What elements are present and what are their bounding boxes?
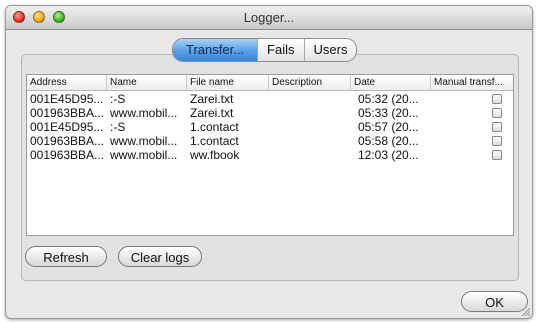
table-header: Address Name File name Description Date … bbox=[27, 75, 513, 91]
manual-transfer-checkbox[interactable] bbox=[492, 108, 502, 118]
cell-description bbox=[269, 135, 351, 148]
column-header-description[interactable]: Description bbox=[269, 75, 351, 90]
cell-name: www.mobil... bbox=[110, 135, 178, 148]
column-header-date[interactable]: Date bbox=[351, 75, 431, 90]
refresh-button[interactable]: Refresh bbox=[25, 246, 107, 267]
manual-transfer-checkbox[interactable] bbox=[492, 136, 502, 146]
column-header-manual-transfer[interactable]: Manual transf... bbox=[431, 75, 513, 90]
cell-name: www.mobil... bbox=[110, 149, 178, 162]
cell-address: 001963BBA... bbox=[30, 107, 105, 120]
cell-name: :-S bbox=[110, 121, 126, 134]
cell-file-name: ww.fbook bbox=[190, 149, 240, 162]
table-row[interactable]: 001E45D95... :-S 1.contact 05:57 (20... bbox=[27, 121, 513, 134]
resize-grip-icon[interactable] bbox=[520, 306, 530, 316]
cell-name: :-S bbox=[110, 93, 126, 106]
cell-name: www.mobil... bbox=[110, 107, 178, 120]
cell-date: 05:32 (20... bbox=[358, 93, 419, 106]
table-row[interactable]: 001963BBA... www.mobil... Zarei.txt 05:3… bbox=[27, 107, 513, 120]
tab-bar: Transfer... Fails Users bbox=[172, 38, 358, 62]
cell-file-name: 1.contact bbox=[190, 135, 239, 148]
column-header-name[interactable]: Name bbox=[107, 75, 187, 90]
cell-file-name: 1.contact bbox=[190, 121, 239, 134]
cell-file-name: Zarei.txt bbox=[190, 107, 234, 120]
cell-file-name: Zarei.txt bbox=[190, 93, 234, 106]
ok-button[interactable]: OK bbox=[461, 291, 528, 312]
transfer-log-table: Address Name File name Description Date … bbox=[26, 74, 514, 236]
cell-date: 05:57 (20... bbox=[358, 121, 419, 134]
column-header-address[interactable]: Address bbox=[27, 75, 107, 90]
logger-window: Logger... Transfer... Fails Users Addres… bbox=[5, 5, 533, 319]
table-row[interactable]: 001963BBA... www.mobil... 1.contact 05:5… bbox=[27, 135, 513, 148]
cell-description bbox=[269, 107, 351, 120]
cell-address: 001E45D95... bbox=[30, 121, 104, 134]
cell-description bbox=[269, 121, 351, 134]
cell-date: 05:33 (20... bbox=[358, 107, 419, 120]
cell-date: 05:58 (20... bbox=[358, 135, 419, 148]
cell-address: 001E45D95... bbox=[30, 93, 104, 106]
manual-transfer-checkbox[interactable] bbox=[492, 150, 502, 160]
tab-users[interactable]: Users bbox=[303, 39, 357, 61]
cell-description bbox=[269, 93, 351, 106]
table-row[interactable]: 001963BBA... www.mobil... ww.fbook 12:03… bbox=[27, 149, 513, 162]
clear-logs-button[interactable]: Clear logs bbox=[118, 246, 202, 267]
cell-date: 12:03 (20... bbox=[358, 149, 419, 162]
window-title: Logger... bbox=[243, 10, 295, 25]
tab-fails[interactable]: Fails bbox=[257, 39, 303, 61]
cell-address: 001963BBA... bbox=[30, 149, 105, 162]
title-bar[interactable]: Logger... bbox=[6, 6, 532, 30]
cell-description bbox=[269, 149, 351, 162]
manual-transfer-checkbox[interactable] bbox=[492, 122, 502, 132]
tab-transfer[interactable]: Transfer... bbox=[173, 39, 258, 61]
table-row[interactable]: 001E45D95... :-S Zarei.txt 05:32 (20... bbox=[27, 93, 513, 106]
column-header-file-name[interactable]: File name bbox=[187, 75, 269, 90]
cell-address: 001963BBA... bbox=[30, 135, 105, 148]
manual-transfer-checkbox[interactable] bbox=[492, 94, 502, 104]
